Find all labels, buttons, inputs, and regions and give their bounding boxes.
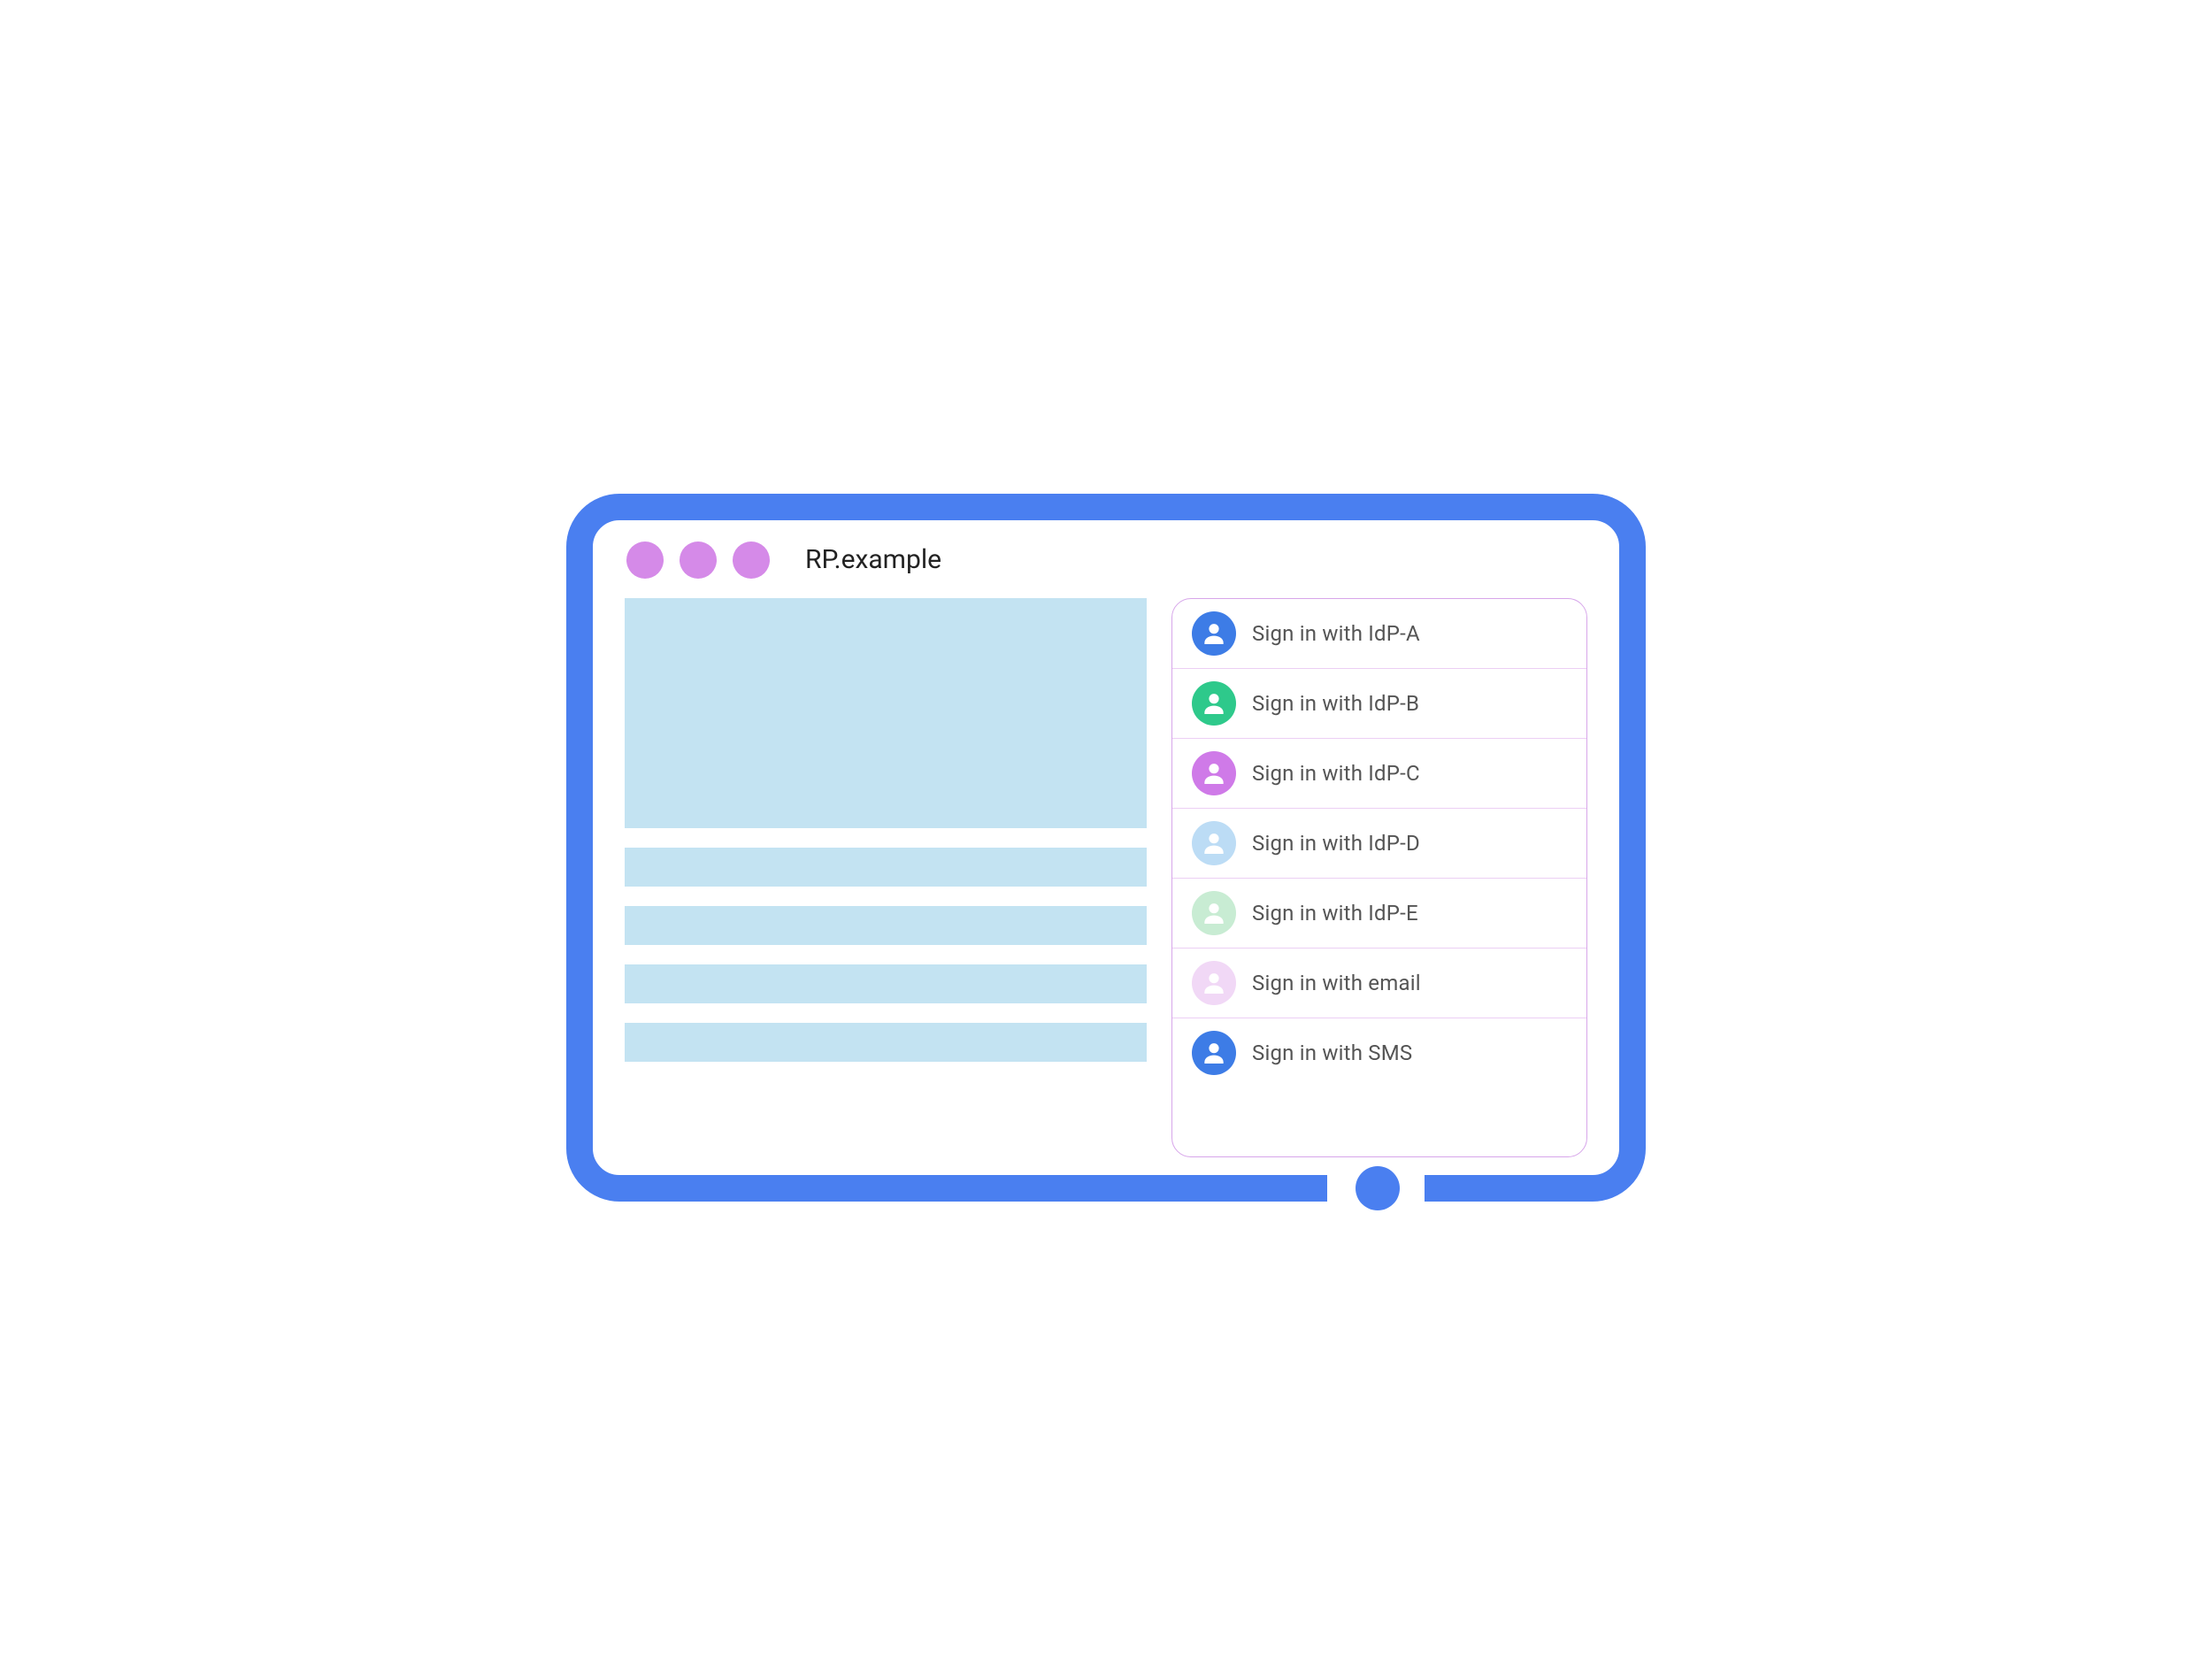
signin-option-label: Sign in with IdP-C [1252, 761, 1420, 786]
signin-option-idp-a[interactable]: Sign in with IdP-A [1172, 599, 1586, 669]
traffic-light-icon [733, 541, 770, 579]
signin-option-idp-c[interactable]: Sign in with IdP-C [1172, 739, 1586, 809]
signin-option-idp-e[interactable]: Sign in with IdP-E [1172, 879, 1586, 949]
diagram-canvas: RP.example Sign in with IdP-A [540, 405, 1672, 1255]
device-frame: RP.example Sign in with IdP-A [566, 494, 1646, 1202]
user-icon [1192, 611, 1236, 656]
signin-option-label: Sign in with IdP-D [1252, 831, 1420, 856]
signin-panel: Sign in with IdP-A Sign in with IdP-B Si… [1171, 598, 1587, 1157]
page-content: Sign in with IdP-A Sign in with IdP-B Si… [619, 598, 1593, 1163]
signin-option-email[interactable]: Sign in with email [1172, 949, 1586, 1018]
user-icon [1192, 961, 1236, 1005]
signin-option-label: Sign in with email [1252, 971, 1421, 995]
text-placeholder-bar [625, 848, 1147, 887]
text-placeholder-bar [625, 964, 1147, 1003]
content-placeholder-column [625, 598, 1147, 1157]
page-title: RP.example [805, 544, 941, 575]
text-placeholder-bar [625, 1023, 1147, 1062]
signin-option-label: Sign in with IdP-A [1252, 621, 1420, 646]
signin-option-idp-d[interactable]: Sign in with IdP-D [1172, 809, 1586, 879]
signin-option-sms[interactable]: Sign in with SMS [1172, 1018, 1586, 1087]
hero-placeholder [625, 598, 1147, 828]
user-icon [1192, 681, 1236, 726]
user-icon [1192, 751, 1236, 795]
browser-titlebar: RP.example [619, 533, 1593, 598]
user-icon [1192, 821, 1236, 865]
user-icon [1192, 1031, 1236, 1075]
signin-option-label: Sign in with IdP-E [1252, 901, 1418, 926]
traffic-light-icon [626, 541, 664, 579]
signin-option-label: Sign in with IdP-B [1252, 691, 1419, 716]
traffic-light-icon [680, 541, 717, 579]
home-button-icon [1356, 1166, 1400, 1210]
browser-window: RP.example Sign in with IdP-A [619, 533, 1593, 1163]
user-icon [1192, 891, 1236, 935]
signin-option-label: Sign in with SMS [1252, 1041, 1412, 1065]
text-placeholder-bar [625, 906, 1147, 945]
signin-option-idp-b[interactable]: Sign in with IdP-B [1172, 669, 1586, 739]
